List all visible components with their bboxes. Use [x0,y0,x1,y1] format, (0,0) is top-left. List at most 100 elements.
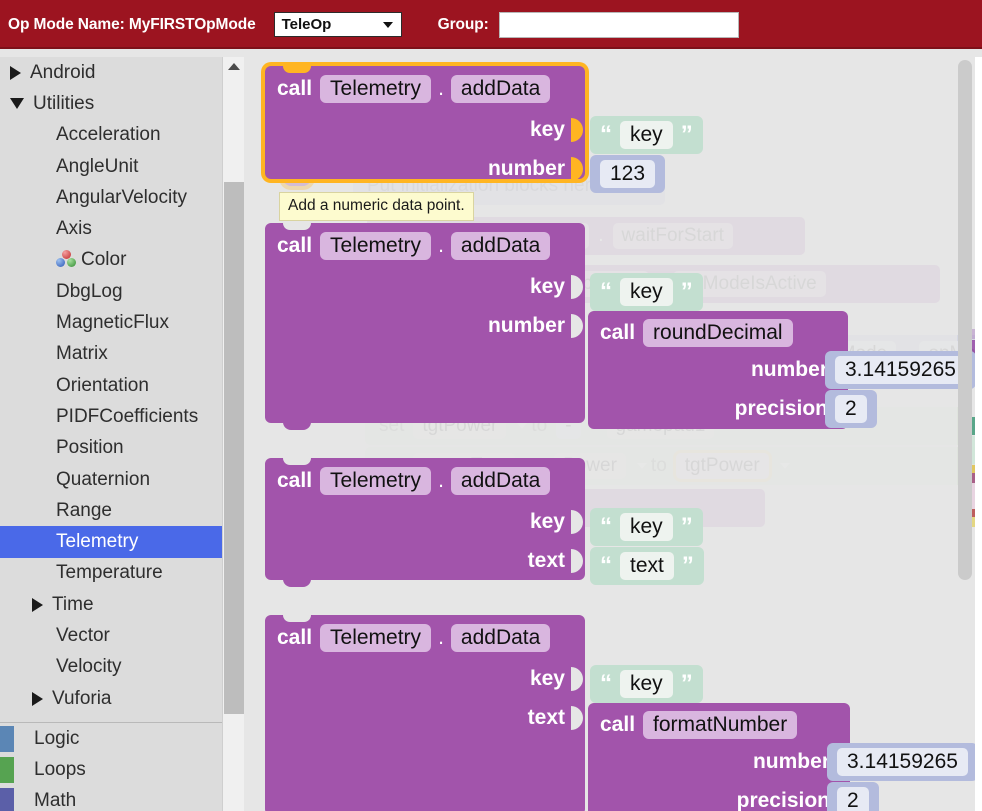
number-value-field[interactable]: 123 [600,160,655,188]
toolbox-tree-item-android[interactable]: Android [0,57,222,88]
toolbox-category-logic[interactable]: Logic [0,723,222,754]
chevron-down-icon[interactable] [10,98,24,109]
value-block-number-pi[interactable]: 3.14159265 [825,351,976,389]
opmode-flavor-value: TeleOp [282,16,332,33]
toolbox-category-loops[interactable]: Loops [0,754,222,785]
scroll-up-arrow-icon[interactable] [223,57,245,75]
toolbox-tree-item-dbglog[interactable]: DbgLog [0,276,222,307]
toolbox-tree-item-axis[interactable]: Axis [0,213,222,244]
block-tooltip: Add a numeric data point. [279,192,474,221]
toolbox-tree-item-position[interactable]: Position [0,433,222,464]
toolbox-tree-item-label: Matrix [56,343,108,365]
toolbox-tree-item-vector[interactable]: Vector [0,620,222,651]
block-object-field[interactable]: Telemetry [320,467,431,495]
quote-close-icon: ” [681,515,693,539]
input-socket-key[interactable] [571,275,583,299]
toolbox-tree-item-pidfcoefficients[interactable]: PIDFCoefficients [0,401,222,432]
toolbox-tree-item-angularvelocity[interactable]: AngularVelocity [0,182,222,213]
flyout-block-telemetry-adddata-formatnumber[interactable]: call Telemetry . addData key text “ key … [265,615,585,811]
block-row-number: number [488,150,585,188]
toolbox-tree-item-time[interactable]: Time [0,589,222,620]
toolbox-tree-item-temperature[interactable]: Temperature [0,558,222,589]
nested-method-field[interactable]: roundDecimal [643,319,793,347]
block-method-field[interactable]: addData [451,624,550,652]
block-method-field[interactable]: addData [451,467,550,495]
number-value-field[interactable]: 2 [837,787,869,811]
value-block-string-key[interactable]: “ key ” [590,273,703,311]
value-block-string-text[interactable]: “ text ” [590,547,704,585]
value-block-number-precision[interactable]: 2 [827,782,879,811]
row-label-key: key [530,118,565,142]
toolbox-category-label: Loops [34,759,86,781]
quote-close-icon: ” [681,123,693,147]
flyout-block-telemetry-adddata-number[interactable]: call Telemetry . addData key number “ ke… [265,66,585,179]
value-block-string-key[interactable]: “ key ” [590,665,703,703]
number-value-field[interactable]: 3.14159265 [837,748,968,776]
input-socket-text[interactable] [571,706,583,730]
toolbox-tree-item-quaternion[interactable]: Quaternion [0,464,222,495]
toolbox-tree-item-label: Quaternion [56,469,150,491]
input-socket-key[interactable] [571,118,583,142]
toolbox-tree-item-acceleration[interactable]: Acceleration [0,120,222,151]
workspace-scrollbar[interactable] [957,60,973,808]
block-object-field[interactable]: Telemetry [320,232,431,260]
flyout-block-telemetry-adddata-rounddecimal[interactable]: call Telemetry . addData key number “ ke… [265,223,585,423]
nested-block-rounddecimal[interactable]: call roundDecimal number precision [588,311,848,429]
value-block-number-precision[interactable]: 2 [825,390,877,428]
string-value-field[interactable]: key [620,278,673,306]
toolbox-tree-item-range[interactable]: Range [0,495,222,526]
block-object-field[interactable]: Telemetry [320,75,431,103]
nested-block-formatnumber[interactable]: call formatNumber number precision [588,703,850,811]
string-value-field[interactable]: text [620,552,674,580]
quote-open-icon: “ [600,515,612,539]
toolbox-category-label: Math [34,790,76,811]
toolbox-tree-item-velocity[interactable]: Velocity [0,652,222,683]
block-row-key: key [530,503,585,541]
toolbox-tree-item-label: Vuforia [52,688,112,710]
toolbox-tree-item-orientation[interactable]: Orientation [0,370,222,401]
toolbox-tree-item-matrix[interactable]: Matrix [0,339,222,370]
number-value-field[interactable]: 2 [835,395,867,423]
toolbox-scrollbar[interactable] [222,57,244,811]
category-color-chip [0,788,14,811]
input-socket-key[interactable] [571,510,583,534]
toolbox-category-list[interactable]: Logic Loops Math [0,723,222,811]
string-value-field[interactable]: key [620,670,673,698]
input-socket-number[interactable] [571,314,583,338]
toolbox-tree-item-utilities[interactable]: Utilities [0,88,222,119]
workspace-scrollbar-thumb[interactable] [958,60,972,580]
toolbox-tree-item-angleunit[interactable]: AngleUnit [0,151,222,182]
chevron-right-icon[interactable] [10,66,21,80]
value-block-string-key[interactable]: “ key ” [590,116,703,154]
right-edge-strip [975,57,982,811]
nested-method-field[interactable]: formatNumber [643,711,797,739]
group-input[interactable] [499,12,739,38]
toolbox-category-math[interactable]: Math [0,786,222,811]
toolbox-category-label: Logic [34,728,79,750]
block-method-field[interactable]: addData [451,232,550,260]
row-label-text: text [528,706,565,730]
toolbox-tree-item-vuforia[interactable]: Vuforia [0,683,222,714]
value-block-string-key[interactable]: “ key ” [590,508,703,546]
string-value-field[interactable]: key [620,121,673,149]
block-object-field[interactable]: Telemetry [320,624,431,652]
input-socket-text[interactable] [571,549,583,573]
flyout-block-telemetry-adddata-text[interactable]: call Telemetry . addData key text “ key [265,458,585,580]
number-value-field[interactable]: 3.14159265 [835,356,966,384]
category-color-chip [0,757,14,783]
input-socket-number[interactable] [571,157,583,181]
opmode-flavor-select[interactable]: TeleOp [274,12,402,37]
toolbox-scrollbar-thumb[interactable] [224,182,244,714]
block-row-number: number [488,307,585,345]
input-socket-key[interactable] [571,667,583,691]
chevron-right-icon[interactable] [32,598,43,612]
toolbox-tree-item-telemetry[interactable]: Telemetry [0,526,222,557]
toolbox-tree-item-magneticflux[interactable]: MagneticFlux [0,307,222,338]
value-block-number-123[interactable]: 123 [590,155,665,193]
toolbox-tree-item-color[interactable]: Color [0,245,222,276]
block-method-field[interactable]: addData [451,75,550,103]
toolbox-tree[interactable]: AndroidUtilitiesAccelerationAngleUnitAng… [0,57,222,811]
value-block-number-pi[interactable]: 3.14159265 [827,743,978,781]
chevron-right-icon[interactable] [32,692,43,706]
string-value-field[interactable]: key [620,513,673,541]
